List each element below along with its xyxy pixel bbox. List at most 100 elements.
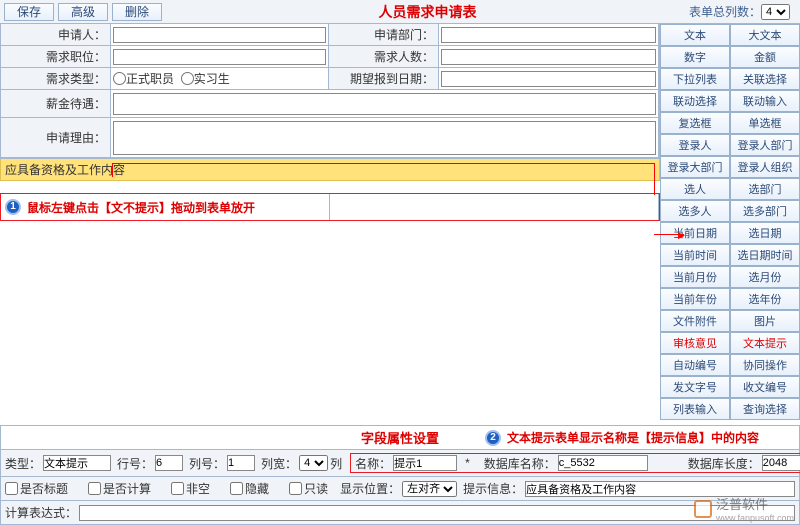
cb-title[interactable] [5,482,18,495]
applicant-label: 申请人： [1,24,111,46]
salary-label: 薪金待遇： [1,90,111,118]
advanced-button[interactable]: 高级 [58,3,108,21]
cb-hide-label: 隐藏 [245,480,269,497]
palette-item[interactable]: 联动输入 [730,90,800,112]
dbname-input[interactable] [558,455,648,471]
hint-label: 提示信息： [463,480,523,497]
prop-panel-title: 字段属性设置 [361,428,439,447]
connector-line [654,163,655,195]
colnum-input[interactable] [227,455,255,471]
palette-item[interactable]: 下拉列表 [660,68,730,90]
expr-input[interactable] [79,505,795,521]
col-count-select[interactable]: 4 [761,4,790,20]
palette-item[interactable]: 选年份 [730,288,800,310]
palette-item[interactable]: 图片 [730,310,800,332]
palette-item[interactable]: 当前时间 [660,244,730,266]
reason-input[interactable] [113,121,656,155]
palette-item[interactable]: 选日期时间 [730,244,800,266]
palette-item[interactable]: 单选框 [730,112,800,134]
palette-item[interactable]: 选日期 [730,222,800,244]
type-opt1-label: 正式职员 [126,70,174,87]
palette-item[interactable]: 选多部门 [730,200,800,222]
connector-line [112,163,654,164]
palette-item[interactable]: 协同操作 [730,354,800,376]
palette-item[interactable]: 自动编号 [660,354,730,376]
type-label: 类型： [5,455,41,472]
drop-target-row[interactable]: 1 鼠标左键点击【文不提示】拖动到表单放开 [0,193,660,221]
palette-item[interactable]: 查询选择 [730,398,800,420]
cb-hide[interactable] [230,482,243,495]
palette-item[interactable]: 收文编号 [730,376,800,398]
applicant-input[interactable] [113,27,326,43]
col-count-label: 表单总列数： [689,3,761,20]
pos-label: 需求职位： [1,46,111,68]
palette-item[interactable]: 金额 [730,46,800,68]
colspan-select[interactable]: 4 [299,455,328,471]
date-input[interactable] [441,71,656,87]
disp-label: 显示位置： [340,480,400,497]
type-radio-intern[interactable] [181,72,194,85]
palette-item[interactable]: 列表输入 [660,398,730,420]
palette-item[interactable]: 登录大部门 [660,156,730,178]
logo-icon [694,500,712,518]
palette-item[interactable]: 联动选择 [660,90,730,112]
connector-line [112,163,113,177]
salary-input[interactable] [113,93,656,115]
palette-item[interactable]: 当前日期 [660,222,730,244]
required-star: * [465,456,470,470]
arrow-head-icon: ▶ [678,230,685,241]
palette-item[interactable]: 文本 [660,24,730,46]
cb-readonly-label: 只读 [304,480,328,497]
dept-input[interactable] [441,27,656,43]
highlighted-fields: 名称： * 数据库名称： 数据库长度： [350,453,800,473]
palette-item[interactable]: 当前月份 [660,266,730,288]
palette-item[interactable]: 复选框 [660,112,730,134]
tip2-badge: 2 [485,430,501,446]
disp-select[interactable]: 左对齐 [402,481,457,497]
field-palette: 文本大文本数字金额下拉列表关联选择联动选择联动输入复选框单选框登录人登录人部门登… [660,24,800,420]
cb-noempty[interactable] [171,482,184,495]
dept-label: 申请部门： [329,24,439,46]
rownum-input[interactable] [155,455,183,471]
palette-item[interactable]: 登录人组织 [730,156,800,178]
colspan-label: 列宽： [261,455,297,472]
dblen-label: 数据库长度： [688,455,760,472]
palette-item[interactable]: 审核意见 [660,332,730,354]
palette-item[interactable]: 当前年份 [660,288,730,310]
type-label: 需求类型： [1,68,111,90]
cb-noempty-label: 非空 [186,480,210,497]
delete-button[interactable]: 删除 [112,3,162,21]
wm-brand: 泛普软件 [716,494,794,513]
pos-input[interactable] [113,49,326,65]
tip1-text: 鼠标左键点击【文不提示】拖动到表单放开 [27,199,255,216]
dbname-label: 数据库名称： [484,455,556,472]
cb-calc[interactable] [88,482,101,495]
colspan-suffix: 列 [330,455,342,472]
type-radio-formal[interactable] [113,72,126,85]
palette-item[interactable]: 大文本 [730,24,800,46]
palette-item[interactable]: 选多人 [660,200,730,222]
type-input[interactable] [43,455,111,471]
num-input[interactable] [441,49,656,65]
tip2-text: 文本提示表单显示名称是【提示信息】中的内容 [507,429,759,446]
rownum-label: 行号： [117,455,153,472]
palette-item[interactable]: 选月份 [730,266,800,288]
palette-item[interactable]: 选部门 [730,178,800,200]
name-input[interactable] [393,455,457,471]
dblen-input[interactable] [762,455,800,471]
cb-calc-label: 是否计算 [103,480,151,497]
tip1-badge: 1 [5,199,21,215]
cb-readonly[interactable] [289,482,302,495]
name-label: 名称： [355,455,391,472]
palette-item[interactable]: 登录人部门 [730,134,800,156]
palette-item[interactable]: 数字 [660,46,730,68]
palette-item[interactable]: 文件附件 [660,310,730,332]
palette-item[interactable]: 登录人 [660,134,730,156]
page-title: 人员需求申请表 [166,2,689,22]
palette-item[interactable]: 关联选择 [730,68,800,90]
palette-item[interactable]: 文本提示 [730,332,800,354]
save-button[interactable]: 保存 [4,3,54,21]
palette-item[interactable]: 选人 [660,178,730,200]
palette-item[interactable]: 发文字号 [660,376,730,398]
cb-title-label: 是否标题 [20,480,68,497]
